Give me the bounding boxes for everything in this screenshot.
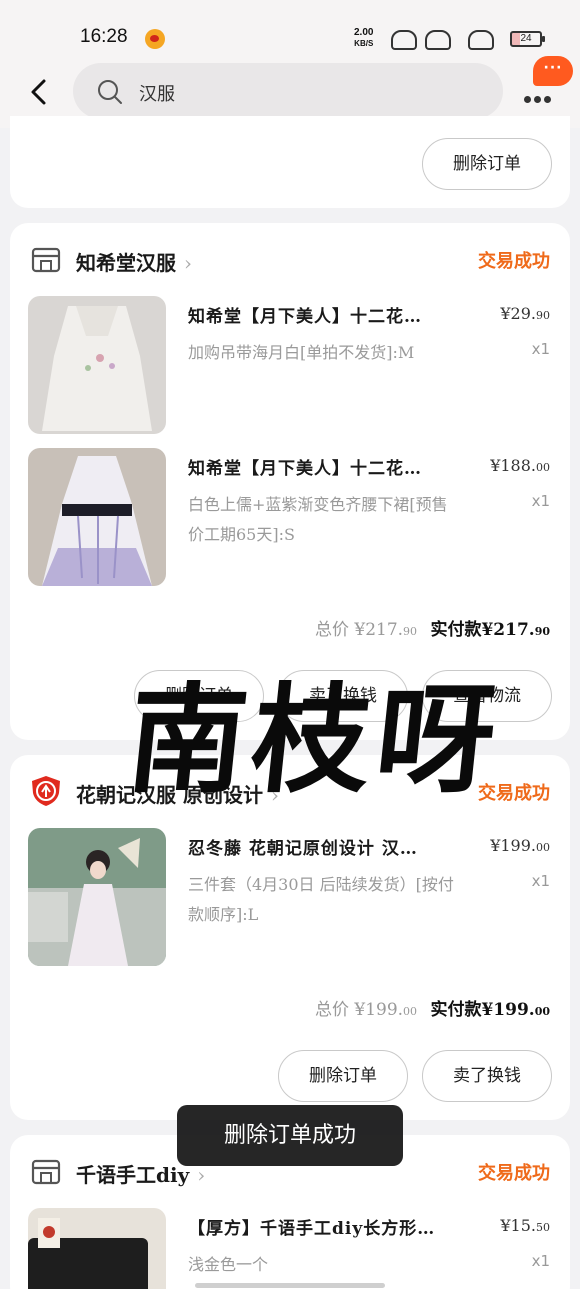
battery-level: 24 — [520, 33, 532, 44]
store-icon — [31, 247, 61, 273]
more-badge[interactable]: ··· — [533, 56, 573, 86]
price-dec: 00 — [536, 841, 550, 854]
search-icon — [98, 80, 122, 104]
order-status: 交易成功 — [478, 251, 550, 272]
price-dec: 00 — [536, 461, 550, 474]
chevron-left-icon — [31, 79, 46, 105]
signal-icon — [425, 30, 451, 50]
battery-icon: 24 — [510, 31, 545, 47]
net-speed-unit: KB/S — [354, 39, 374, 48]
more-dots-icon[interactable] — [524, 88, 560, 103]
order-total: 总价 ¥217.90 实付款¥217.90 — [315, 615, 550, 640]
shield-brand-icon — [32, 776, 60, 806]
store-icon — [31, 1159, 61, 1185]
weibo-icon — [145, 29, 165, 49]
network-speed: 2.00 KB/S — [354, 27, 373, 49]
paid-label: 实付款 — [430, 1000, 482, 1020]
scroll-indicator — [195, 1283, 385, 1288]
product-image[interactable] — [28, 296, 166, 434]
total-value-dec: 90 — [403, 625, 418, 638]
item-title: 忍冬藤 花朝记原创设计 汉… — [188, 839, 418, 859]
product-image[interactable] — [28, 1208, 166, 1289]
resell-button[interactable]: 卖了换钱 — [422, 1050, 552, 1102]
delete-order-button[interactable]: 删除订单 — [278, 1050, 408, 1102]
order-item[interactable]: 忍冬藤 花朝记原创设计 汉… ¥199.00 三件套（4月30日 后陆续发货）[… — [28, 828, 550, 968]
item-price: ¥199.00 — [490, 836, 550, 855]
total-value: ¥199. — [354, 1000, 404, 1020]
product-image[interactable] — [28, 448, 166, 586]
price-int: ¥15. — [500, 1216, 536, 1235]
paid-value-dec: 00 — [534, 1005, 550, 1018]
item-title: 知希堂【月下美人】十二花… — [188, 307, 422, 327]
paid-value: ¥199. — [481, 1000, 535, 1020]
price-int: ¥199. — [490, 836, 536, 855]
order-item[interactable]: 知希堂【月下美人】十二花… ¥29.90 加购吊带海月白[单拍不发货]:M x1 — [28, 296, 550, 436]
price-int: ¥29. — [500, 304, 536, 323]
order-item[interactable]: 知希堂【月下美人】十二花… ¥188.00 白色上儒+蓝紫渐变色齐腰下裙[预售价… — [28, 448, 550, 588]
status-bar: 16:28 2.00 KB/S 24 — [0, 0, 580, 60]
total-label: 总价 — [314, 620, 349, 640]
item-quantity: x1 — [531, 492, 550, 510]
item-quantity: x1 — [531, 340, 550, 358]
watermark: 南枝呀 — [121, 670, 508, 809]
total-value-dec: 00 — [403, 1005, 418, 1018]
status-time: 16:28 — [80, 26, 128, 47]
notification-icon — [391, 30, 417, 50]
shop-name-text: 千语手工diy — [76, 1163, 190, 1187]
paid-label: 实付款 — [430, 620, 482, 640]
item-title: 【厚方】千语手工diy长方形… — [188, 1219, 436, 1239]
price-dec: 50 — [536, 1221, 550, 1234]
item-sku: 三件套（4月30日 后陆续发货）[按付款顺序]:L — [188, 875, 454, 924]
order-card-previous: 删除订单 — [10, 116, 570, 208]
price-int: ¥188. — [490, 456, 536, 475]
order-card: 知希堂汉服 › 交易成功 知希堂【月下美人】十二花… ¥29.90 加购吊带海月白… — [10, 223, 570, 740]
signal-icon — [468, 30, 494, 50]
toast-message: 删除订单成功 — [177, 1105, 403, 1166]
item-price: ¥188.00 — [490, 456, 550, 475]
chevron-right-icon: › — [184, 251, 192, 275]
shop-name-text: 知希堂汉服 — [76, 251, 176, 275]
item-price: ¥29.90 — [500, 304, 550, 323]
price-dec: 90 — [536, 309, 550, 322]
item-sku: 加购吊带海月白[单拍不发货]:M — [188, 343, 415, 362]
shop-name: 知希堂汉服 › — [76, 247, 192, 276]
item-price: ¥15.50 — [500, 1216, 550, 1235]
item-quantity: x1 — [531, 872, 550, 890]
total-label: 总价 — [314, 1000, 349, 1020]
product-image[interactable] — [28, 828, 166, 966]
shop-row[interactable]: 知希堂汉服 › 交易成功 — [30, 243, 550, 275]
paid-value-dec: 90 — [534, 625, 550, 638]
delete-order-button[interactable]: 删除订单 — [422, 138, 552, 190]
search-input[interactable]: 汉服 — [73, 63, 503, 119]
order-total: 总价 ¥199.00 实付款¥199.00 — [315, 995, 550, 1020]
item-sku: 浅金色一个 — [188, 1255, 269, 1274]
item-sku: 白色上儒+蓝紫渐变色齐腰下裙[预售价工期65天]:S — [188, 495, 448, 544]
total-value: ¥217. — [354, 620, 404, 640]
search-query: 汉服 — [139, 84, 175, 105]
paid-value: ¥217. — [481, 620, 535, 640]
order-item[interactable]: 【厚方】千语手工diy长方形… ¥15.50 浅金色一个 x1 — [28, 1208, 550, 1289]
order-status: 交易成功 — [478, 1163, 550, 1184]
net-speed-value: 2.00 — [354, 27, 374, 38]
back-button[interactable] — [22, 74, 58, 110]
item-title: 知希堂【月下美人】十二花… — [188, 459, 422, 479]
chevron-right-icon: › — [197, 1163, 206, 1187]
item-quantity: x1 — [531, 1252, 550, 1270]
